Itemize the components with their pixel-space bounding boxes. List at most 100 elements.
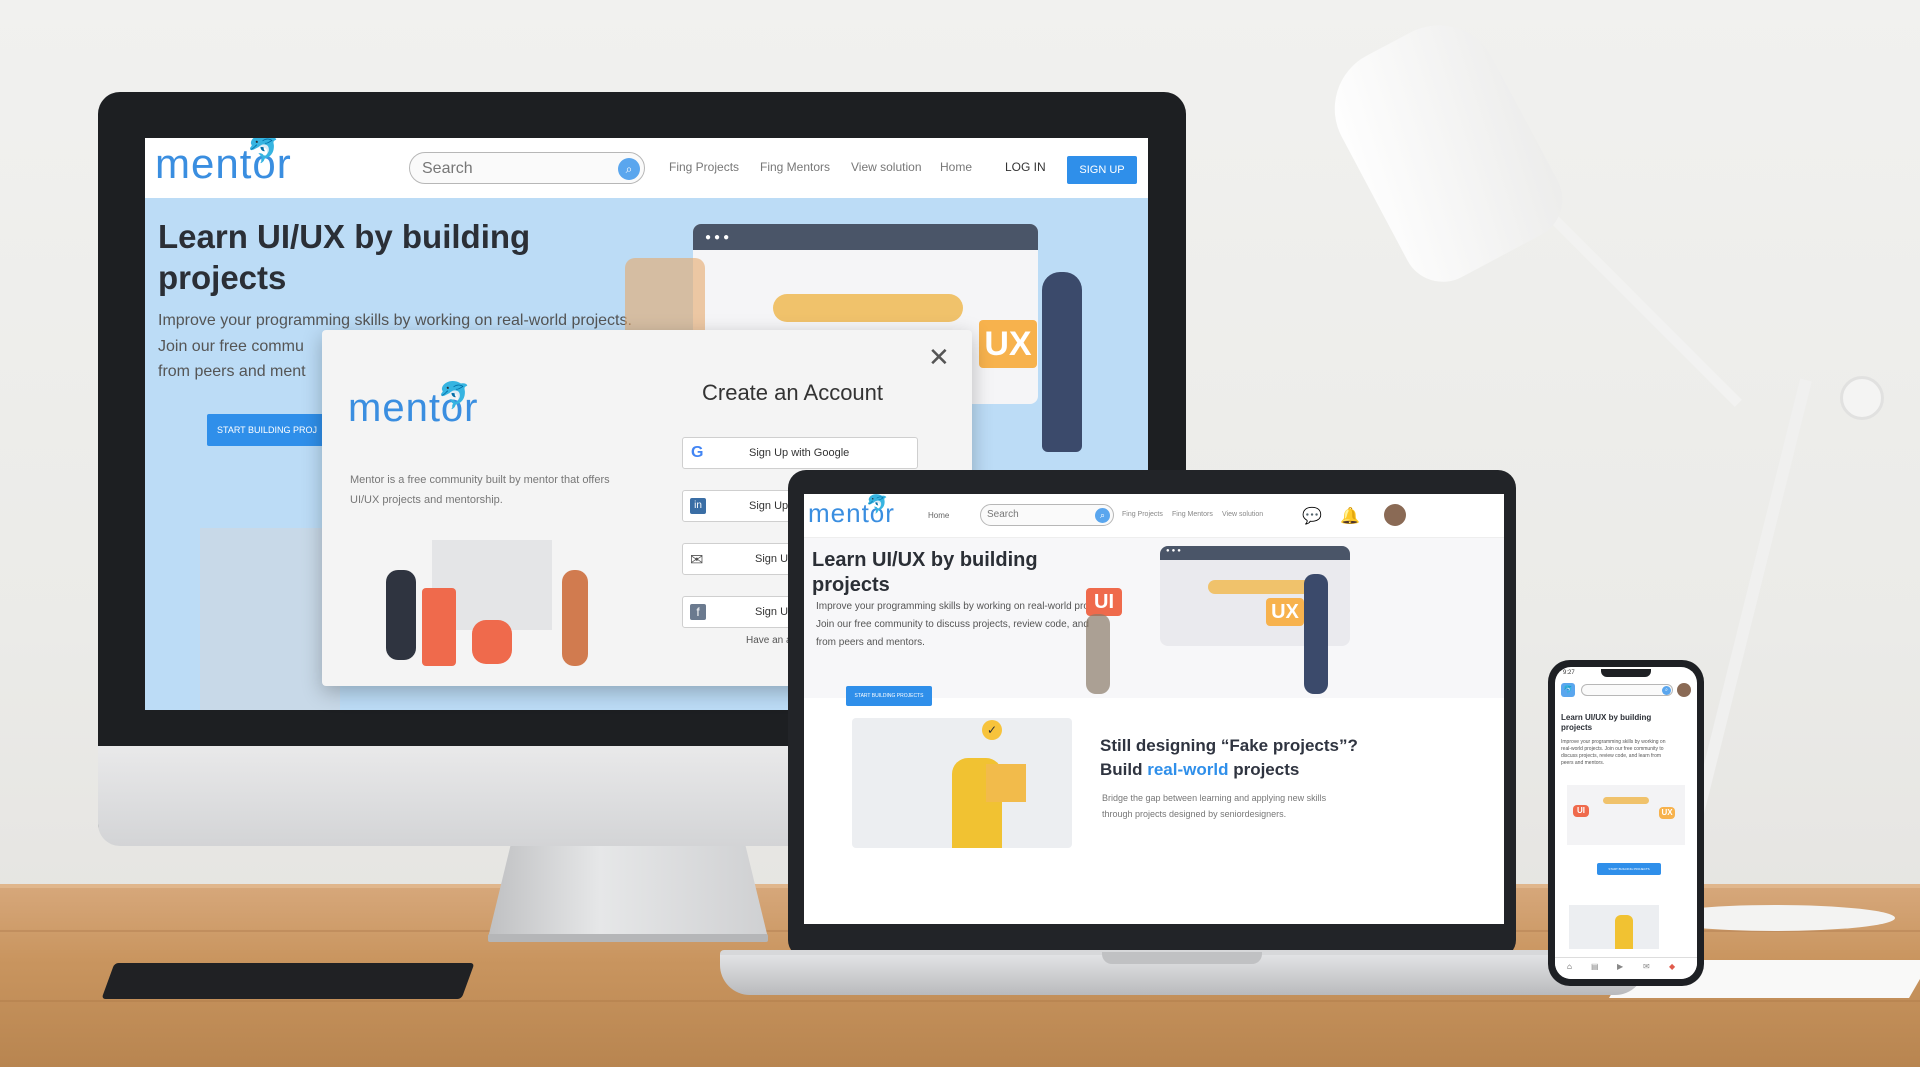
description-line: UI/UX projects and mentorship. [350,494,503,506]
person-illustration [1086,614,1110,694]
avatar[interactable] [1677,683,1691,697]
hero-title: Learn UI/UX by building projects [158,216,530,299]
linkedin-icon: in [690,498,706,514]
section2-text-line: through projects designed by seniordesig… [1102,809,1287,819]
modal-title: Create an Account [702,380,884,405]
search-icon[interactable]: ⌕ [618,158,640,180]
title-highlight: real-world [1147,760,1229,779]
dolphin-icon: 🐬 [438,380,471,410]
nav-link-fing-mentors[interactable]: Fing Mentors [760,160,830,174]
search-input[interactable]: Search ⌕ [980,504,1114,526]
team-illustration [362,530,612,670]
hero-illustration: UI UX [1567,785,1685,845]
wireframe-illustration [200,528,340,710]
check-icon: ✓ [982,720,1002,740]
ux-badge: UX [979,320,1037,368]
phone-screen: 9:27 🐬 ⌕ Learn UI/UX by building project… [1555,667,1697,979]
projects-icon[interactable]: ▤ [1591,962,1599,971]
bell-icon[interactable]: 🔔 [1340,506,1360,526]
login-button[interactable]: LOG IN [1005,160,1046,174]
start-building-button[interactable]: START BUILDING PROJ [207,414,327,446]
mentor-logo[interactable]: mentor 🐬 [808,494,895,529]
search-placeholder: Search [422,160,473,177]
monitor-foot [488,934,768,942]
dolphin-icon[interactable]: 🐬 [1561,683,1575,697]
search-icon[interactable]: ⌕ [1662,686,1671,695]
nav-link-view-solution[interactable]: View solution [1222,511,1263,518]
search-input[interactable]: ⌕ [1581,684,1673,696]
desk-grain [0,1000,1920,1002]
modal-logo: mentor 🐬 [348,380,479,431]
close-icon[interactable]: ✕ [928,342,950,373]
section2-title-line: Still designing “Fake projects”? [1100,736,1358,755]
hero-description: Improve your programming skills by worki… [1561,739,1666,766]
section2-title: Still designing “Fake projects”? Build r… [1100,734,1358,782]
nav-link-home[interactable]: Home [940,160,972,174]
notebook [101,963,475,999]
box-illustration [986,764,1026,802]
ui-badge: UI [1086,588,1122,616]
hero-title-line: projects [1561,723,1593,732]
hero-title: Learn UI/UX by building projects [1561,713,1651,733]
hero-title: Learn UI/UX by building projects [812,548,1038,598]
laptop-notch [1102,952,1262,964]
person-illustration [1615,915,1633,949]
chat-icon[interactable]: ✉ [1643,962,1650,971]
ux-badge: UX [1659,807,1675,819]
title-suffix: projects [1228,760,1300,779]
start-building-button[interactable]: START BUILDING PROJECTS [1597,863,1661,875]
nav-link-fing-mentors[interactable]: Fing Mentors [1172,511,1213,518]
window-dots-icon: ●●● [705,232,733,243]
start-building-button[interactable]: START BUILDING PROJECTS [846,686,932,706]
description-line: Mentor is a free community built by ment… [350,474,610,486]
hero-title-line: Learn UI/UX by building [158,218,531,255]
monitor-navbar: mentor 🐬 Search ⌕ Fing Projects Fing Men… [145,138,1148,198]
signup-button[interactable]: SIGN UP [1067,156,1137,184]
search-icon[interactable]: ⌕ [1095,508,1110,523]
stack-illustration [422,588,456,666]
facebook-icon: f [690,604,706,620]
avatar[interactable] [1384,504,1406,526]
nav-link-view-solution[interactable]: View solution [851,160,922,174]
home-icon[interactable]: ⌂ [1567,962,1572,971]
illustration-search-bar [1603,797,1649,804]
modal-description: Mentor is a free community built by ment… [350,470,650,510]
hero-title-line: projects [158,259,287,297]
person-illustration [562,570,588,666]
dolphin-icon: 🐬 [866,494,889,514]
bell-icon[interactable]: ◆ [1669,962,1675,971]
lamp-joint [1840,376,1884,420]
google-icon: G [691,444,704,461]
window-bar [1160,546,1350,560]
google-signup-button[interactable]: G Sign Up with Google [682,437,918,469]
nav-link-home[interactable]: Home [928,511,949,520]
nav-link-fing-projects[interactable]: Fing Projects [669,160,739,174]
video-icon[interactable]: ▶ [1617,962,1623,971]
hero-description: Improve your programming skills by worki… [816,598,1089,652]
chat-icon[interactable]: 💬 [1302,506,1322,526]
dolphin-icon: 🐬 [247,138,280,164]
google-signup-label: Sign Up with Google [749,447,850,459]
illustration-search-bar [773,294,963,322]
login-prompt[interactable]: Have an a [746,635,792,646]
search-input[interactable]: Search ⌕ [409,152,645,184]
ui-badge: UI [1573,805,1589,817]
hero-title-line: projects [812,574,890,596]
phone-tab-bar: ⌂ ▤ ▶ ✉ ◆ [1555,957,1697,979]
hero-title-line: Learn UI/UX by building [1561,713,1652,722]
window-bar [693,224,1038,250]
section2-text-line: Bridge the gap between learning and appl… [1102,793,1327,803]
mentor-logo[interactable]: mentor 🐬 [155,138,292,188]
monitor-stand [488,846,768,938]
section2-description: Bridge the gap between learning and appl… [1102,790,1326,822]
person-illustration [386,570,416,660]
laptop-screen: mentor 🐬 Home Search ⌕ Fing Projects Fin… [804,494,1504,924]
window-dots-icon: ●●● [1166,548,1183,554]
title-prefix: Build [1100,760,1148,779]
nav-link-fing-projects[interactable]: Fing Projects [1122,511,1163,518]
ux-badge: UX [1266,598,1304,626]
section2-illustration [1569,905,1659,949]
section2-title-line: Build real-world projects [1100,758,1358,782]
hero-text-line: Improve your programming skills by worki… [816,601,1089,612]
laptop-navbar: mentor 🐬 Home Search ⌕ Fing Projects Fin… [804,494,1504,538]
